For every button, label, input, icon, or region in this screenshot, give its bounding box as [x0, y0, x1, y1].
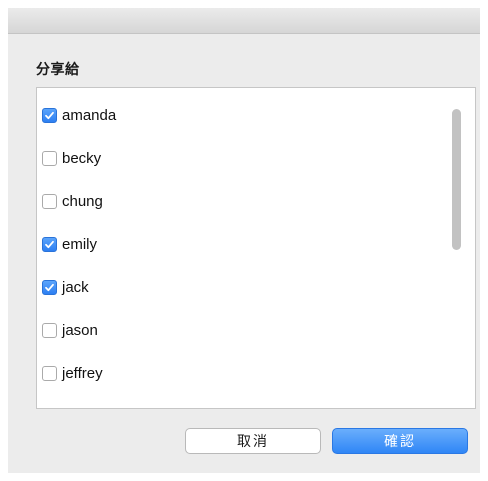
checkbox-checked[interactable]	[42, 107, 57, 123]
list-item-label: jeffrey	[62, 364, 103, 382]
list-item-amanda[interactable]: amanda	[37, 103, 437, 127]
checkbox-unchecked[interactable]	[42, 322, 57, 338]
user-list[interactable]: amanda becky chung emily jack jason jeff…	[36, 87, 476, 409]
list-item-jack[interactable]: jack	[37, 275, 437, 299]
checkbox-unchecked[interactable]	[42, 193, 57, 209]
scrollbar-thumb[interactable]	[452, 109, 461, 250]
list-item-label: becky	[62, 149, 102, 167]
share-dialog: 分享給 amanda becky chung emily jack jason	[8, 8, 480, 473]
list-item-label: chung	[62, 192, 103, 210]
list-item-label: emily	[62, 235, 98, 253]
list-item-jason[interactable]: jason	[37, 318, 437, 342]
list-item-label: amanda	[62, 106, 117, 124]
checkbox-checked[interactable]	[42, 236, 57, 252]
checkbox-checked[interactable]	[42, 279, 57, 295]
share-with-label: 分享給	[36, 62, 80, 78]
cancel-button[interactable]: 取消	[185, 428, 321, 454]
list-item-jeffrey[interactable]: jeffrey	[37, 361, 437, 385]
list-item-becky[interactable]: becky	[37, 146, 437, 170]
window-titlebar[interactable]	[8, 8, 480, 34]
list-item-label: jack	[62, 278, 89, 296]
list-item-chung[interactable]: chung	[37, 189, 437, 213]
confirm-button[interactable]: 確認	[332, 428, 468, 454]
list-item-emily[interactable]: emily	[37, 232, 437, 256]
checkbox-unchecked[interactable]	[42, 150, 57, 166]
list-item-label: jason	[62, 321, 98, 339]
checkbox-unchecked[interactable]	[42, 365, 57, 381]
